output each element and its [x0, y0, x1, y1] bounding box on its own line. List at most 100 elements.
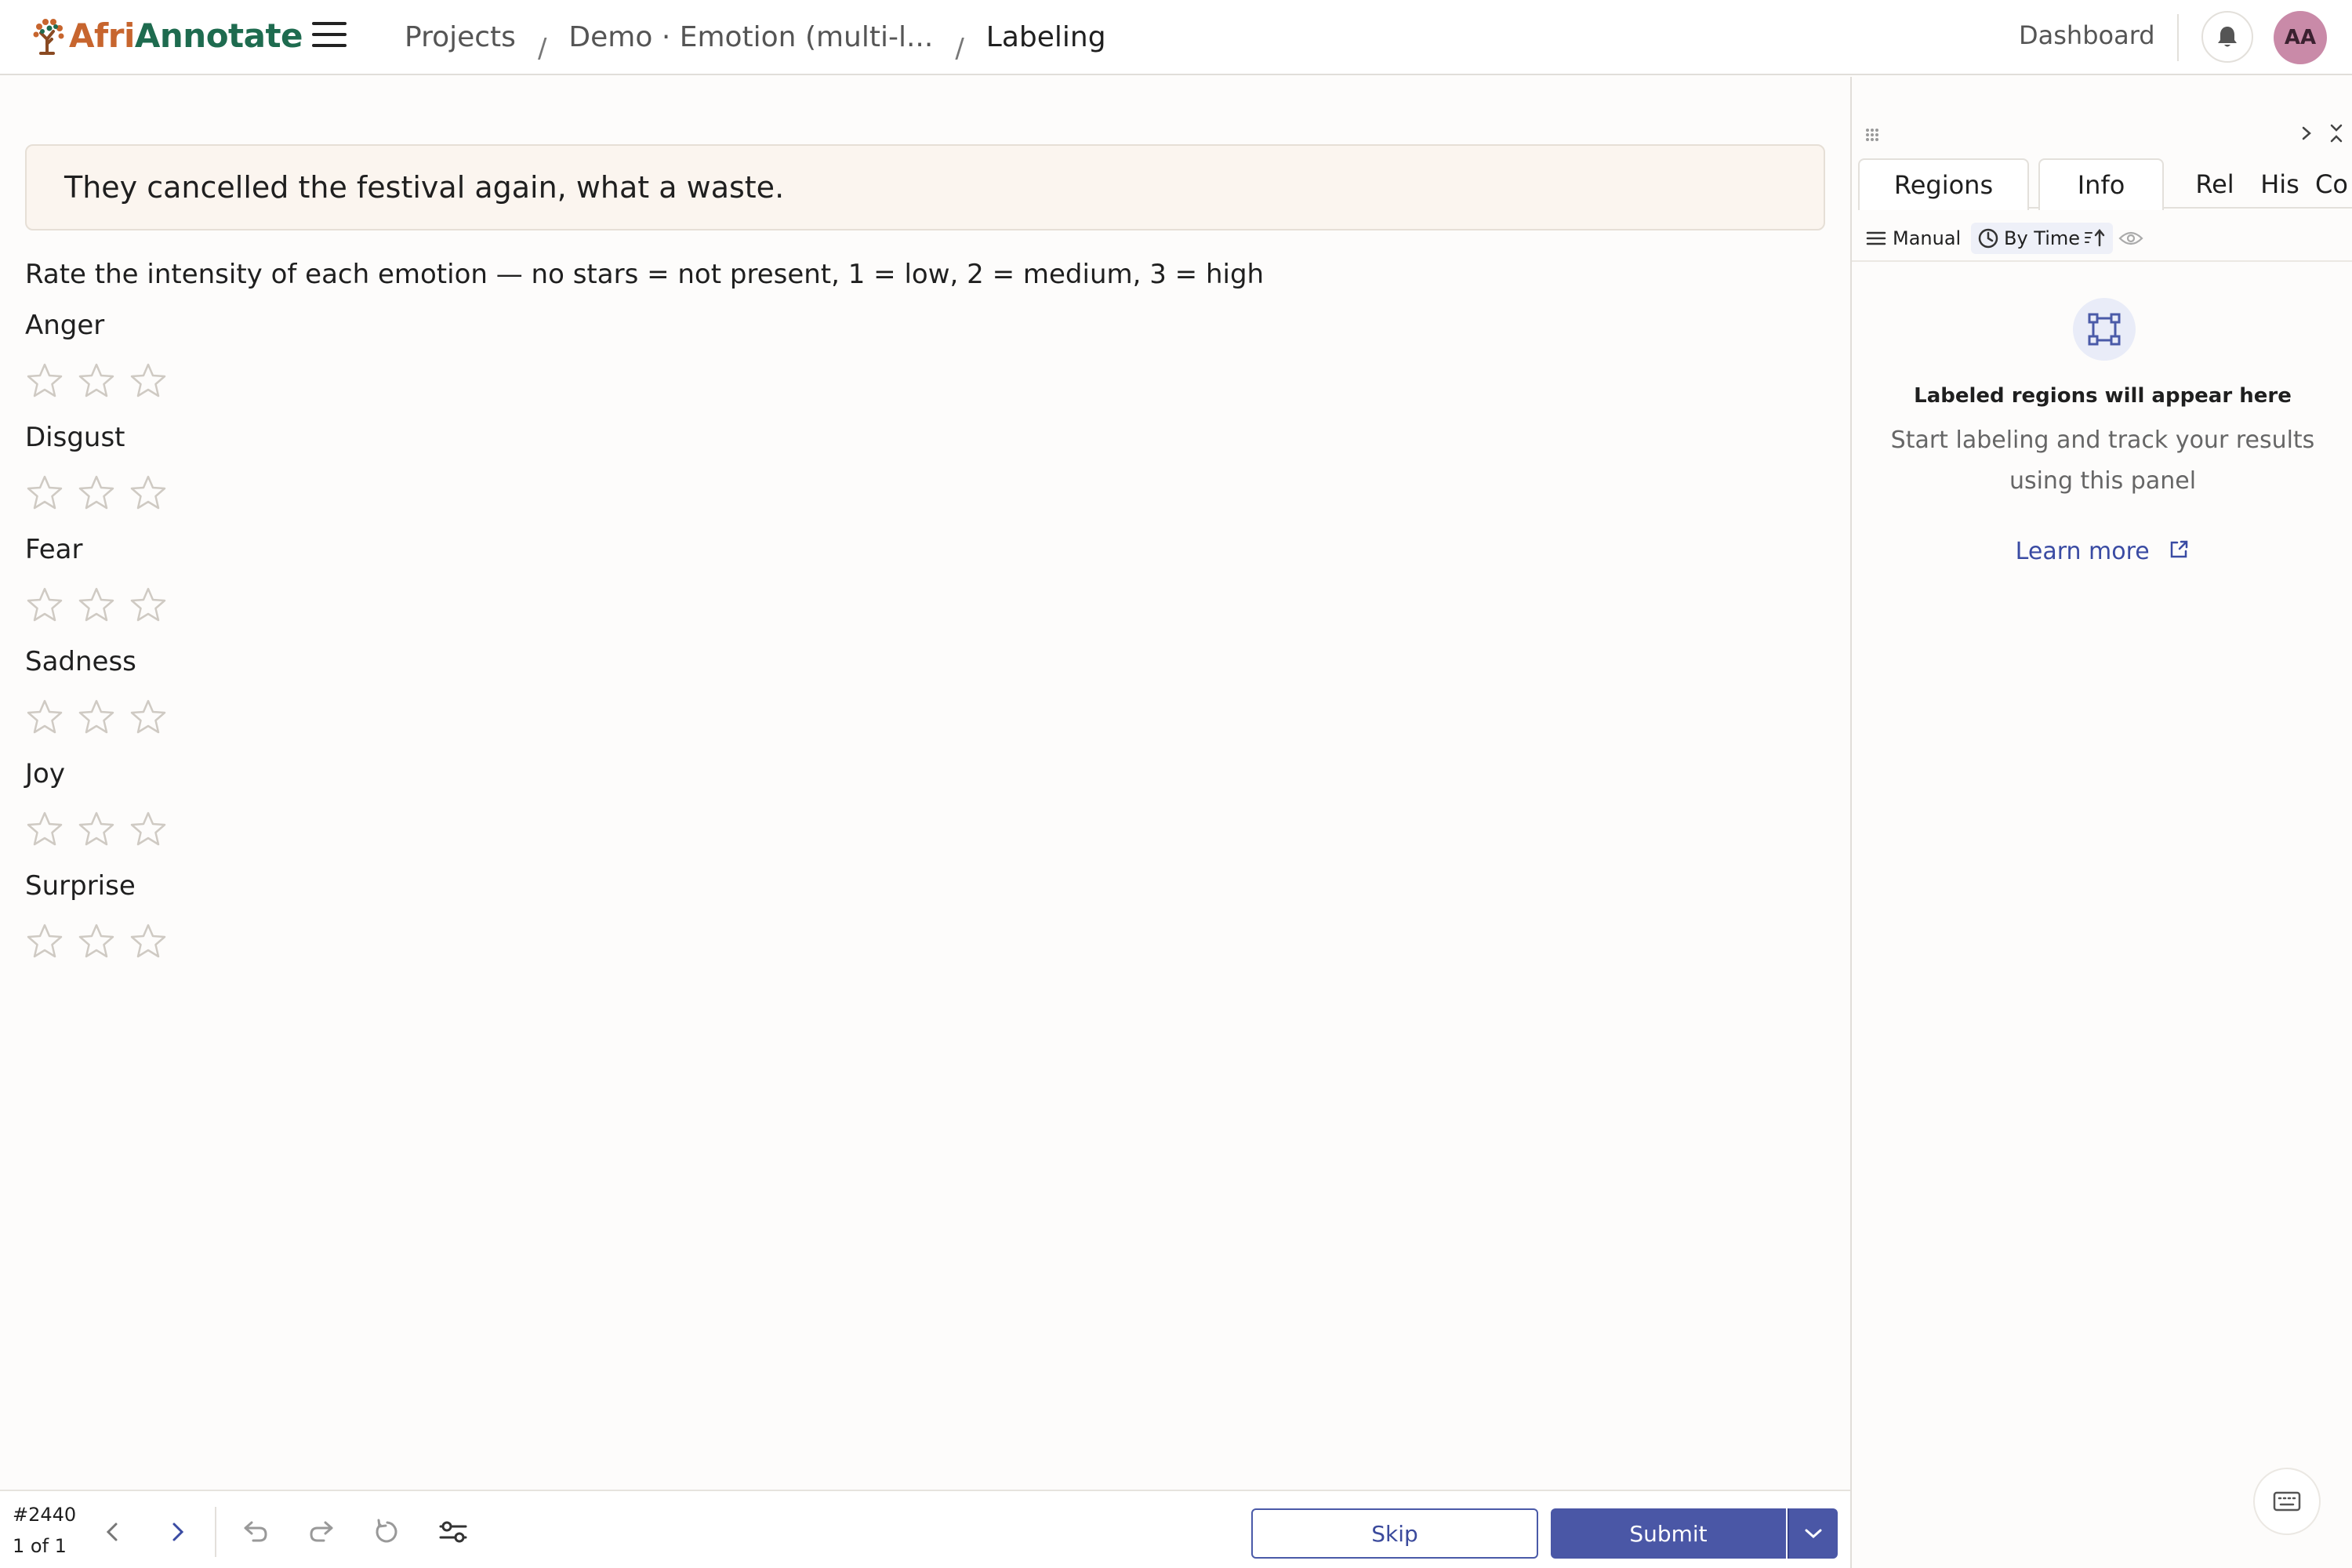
emotion-label: Anger — [25, 310, 105, 341]
eye-icon — [2118, 231, 2143, 245]
tab-history[interactable]: His — [2250, 158, 2310, 210]
tab-relations[interactable]: Rel — [2180, 158, 2250, 210]
undo-icon — [244, 1521, 267, 1542]
toolbar-divider — [215, 1507, 216, 1557]
emotion-rating-surprise: Surprise — [25, 867, 180, 961]
breadcrumb-separator: / — [955, 33, 964, 64]
app-logo[interactable]: AfriAnnotate — [30, 16, 303, 55]
star-icon[interactable] — [77, 922, 116, 961]
star-icon[interactable] — [129, 474, 168, 513]
list-icon — [1866, 231, 1886, 245]
star-icon[interactable] — [129, 586, 168, 625]
logo-wordmark: AfriAnnotate — [69, 16, 303, 55]
redo-button[interactable] — [304, 1515, 339, 1549]
breadcrumb-project[interactable]: Demo · Emotion (multi-l... — [568, 21, 933, 53]
side-panel-tabs: Regions Info Rel His Co — [1858, 158, 2352, 210]
keyboard-shortcuts-button[interactable] — [2253, 1468, 2321, 1535]
drag-handle-icon[interactable] — [1864, 127, 1880, 143]
bottom-toolbar: #2440 1 of 1 Skip Submit — [0, 1490, 1850, 1568]
menu-icon[interactable] — [312, 22, 347, 53]
star-rating — [25, 361, 180, 401]
region-icon — [2088, 313, 2121, 346]
star-icon[interactable] — [25, 586, 64, 625]
tab-info[interactable]: Info — [2038, 158, 2164, 210]
star-icon[interactable] — [77, 586, 116, 625]
emotion-label: Surprise — [25, 870, 136, 902]
logo-afri-text: Afri — [69, 16, 135, 55]
empty-state-subtitle: Start labeling and track your results us… — [1890, 426, 2315, 495]
star-rating — [25, 586, 180, 625]
expand-icon[interactable] — [2299, 124, 2314, 143]
breadcrumb-labeling: Labeling — [985, 20, 1106, 53]
emotion-rating-disgust: Disgust — [25, 419, 180, 513]
breadcrumb: Projects / Demo · Emotion (multi-l... / … — [405, 17, 1106, 65]
side-panel: Regions Info Rel His Co Manual By Time L… — [1850, 77, 2352, 1568]
submit-options-button[interactable] — [1788, 1508, 1838, 1559]
task-id: #2440 — [13, 1504, 77, 1526]
reset-icon — [376, 1519, 397, 1543]
star-icon[interactable] — [25, 922, 64, 961]
notifications-button[interactable] — [2201, 11, 2253, 63]
next-task-button[interactable] — [160, 1515, 194, 1549]
breadcrumb-projects[interactable]: Projects — [405, 21, 516, 53]
emotion-rating-sadness: Sadness — [25, 643, 180, 737]
chevron-down-icon — [1805, 1529, 1822, 1539]
emotion-label: Joy — [25, 758, 65, 789]
star-icon[interactable] — [25, 474, 64, 513]
side-panel-header — [1852, 118, 2352, 149]
external-link-icon — [2171, 540, 2188, 558]
star-icon[interactable] — [77, 474, 116, 513]
star-icon[interactable] — [77, 810, 116, 849]
redo-icon — [310, 1521, 333, 1542]
submit-button[interactable]: Submit — [1551, 1508, 1786, 1559]
star-icon[interactable] — [77, 361, 116, 401]
tree-logo-icon — [33, 19, 64, 55]
clock-icon — [1978, 228, 1998, 249]
star-rating — [25, 698, 180, 737]
header-divider — [2177, 14, 2179, 61]
undo-button[interactable] — [238, 1515, 273, 1549]
star-rating — [25, 474, 180, 513]
keyboard-icon — [2273, 1491, 2301, 1512]
bell-icon — [2218, 27, 2237, 47]
emotion-label: Disgust — [25, 422, 125, 453]
learn-more-link[interactable]: Learn more — [1852, 538, 2352, 565]
task-counter: 1 of 1 — [13, 1535, 67, 1557]
star-icon[interactable] — [25, 810, 64, 849]
star-icon[interactable] — [129, 810, 168, 849]
manual-sort-label: Manual — [1893, 227, 1962, 249]
collapse-icon[interactable] — [2328, 122, 2344, 144]
star-icon[interactable] — [25, 698, 64, 737]
emotion-label: Sadness — [25, 646, 136, 677]
by-time-sort-button[interactable]: By Time — [1971, 223, 2114, 254]
star-icon[interactable] — [129, 922, 168, 961]
dashboard-link[interactable]: Dashboard — [2019, 20, 2155, 50]
previous-task-button[interactable] — [96, 1515, 130, 1549]
rating-instructions: Rate the intensity of each emotion — no … — [25, 259, 1265, 290]
star-rating — [25, 922, 180, 961]
task-text: They cancelled the festival again, what … — [25, 144, 1825, 230]
tab-comments[interactable]: Co — [2310, 158, 2352, 210]
logo-annotate-text: Annotate — [134, 16, 303, 55]
regions-toolbar: Manual By Time — [1852, 218, 2352, 262]
star-icon[interactable] — [129, 698, 168, 737]
learn-more-label: Learn more — [2015, 538, 2150, 565]
star-icon[interactable] — [129, 361, 168, 401]
reset-button[interactable] — [370, 1515, 405, 1549]
chevron-left-icon — [106, 1523, 118, 1541]
manual-sort-button[interactable]: Manual — [1866, 223, 1961, 254]
star-icon[interactable] — [77, 698, 116, 737]
by-time-sort-label: By Time — [2004, 227, 2081, 249]
emotion-label: Fear — [25, 534, 83, 565]
skip-button[interactable]: Skip — [1251, 1508, 1538, 1559]
star-icon[interactable] — [25, 361, 64, 401]
top-header: AfriAnnotate Projects / Demo · Emotion (… — [0, 0, 2352, 75]
settings-button[interactable] — [436, 1515, 470, 1549]
visibility-toggle[interactable] — [2118, 223, 2143, 254]
avatar[interactable]: AA — [2274, 11, 2327, 64]
empty-state-title: Labeled regions will appear here — [1914, 384, 2292, 408]
emotion-rating-joy: Joy — [25, 755, 180, 849]
breadcrumb-separator: / — [537, 33, 547, 64]
chevron-right-icon — [172, 1523, 184, 1541]
tab-regions[interactable]: Regions — [1858, 158, 2029, 210]
